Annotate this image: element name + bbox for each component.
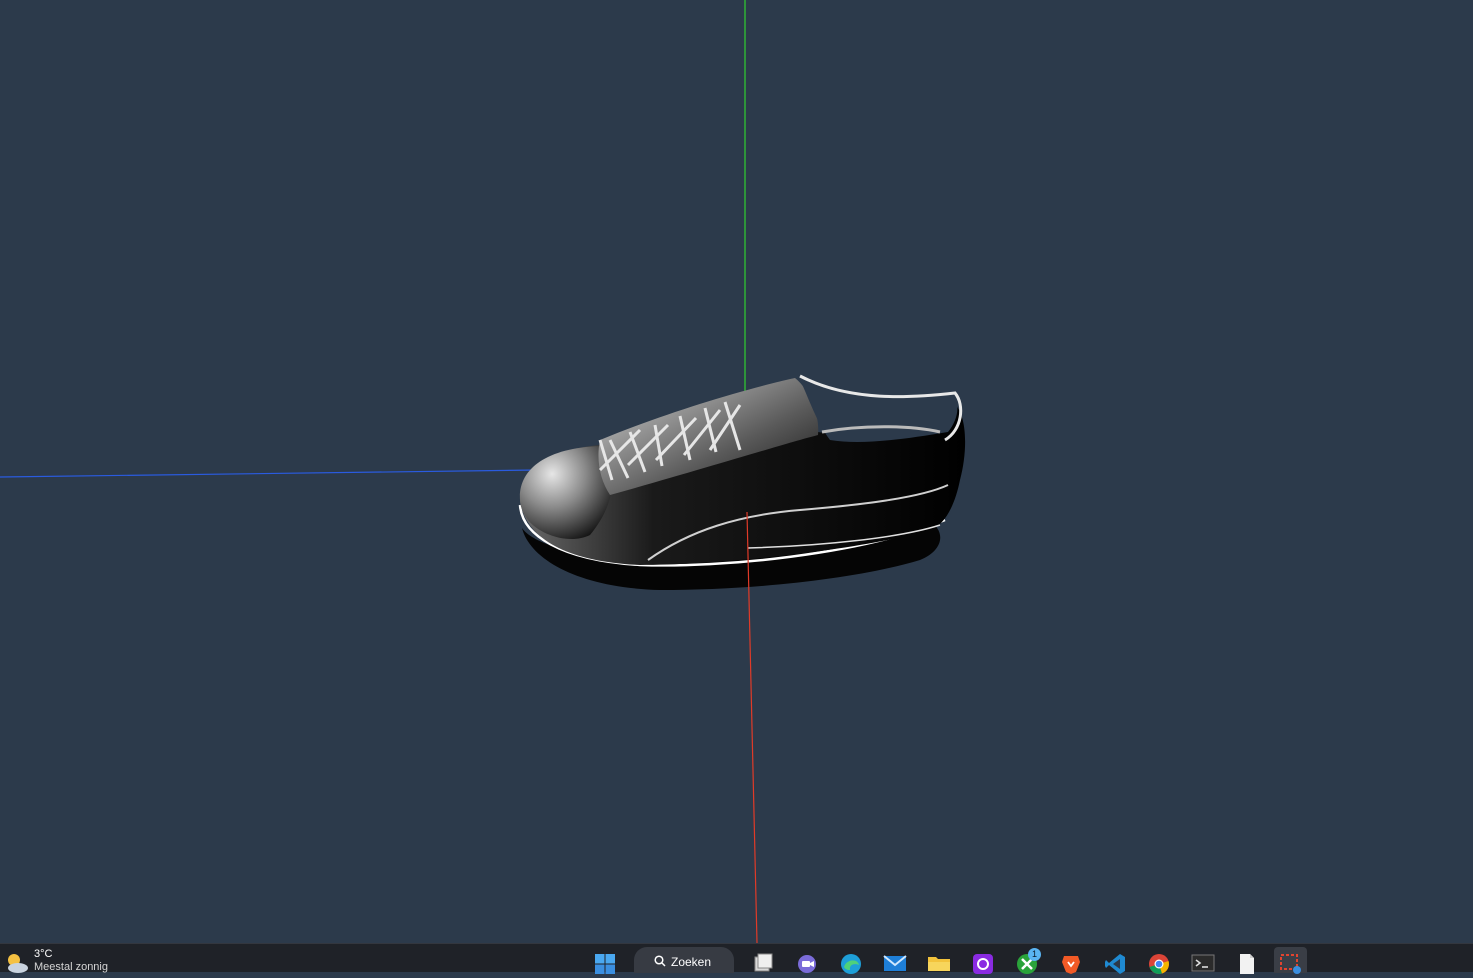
weather-temperature: 3°C [34,948,53,960]
terminal-button[interactable] [1186,947,1219,973]
folder-icon [927,957,950,971]
sneaker-model[interactable] [518,374,966,590]
start-button[interactable] [588,947,621,974]
terminal-icon [1191,954,1214,972]
xbox-button[interactable]: 1 [1010,947,1043,974]
file-explorer-button[interactable] [922,947,955,973]
brave-button[interactable] [1054,947,1087,974]
snipping-tool-button[interactable] [1274,947,1307,974]
edge-button[interactable] [834,947,867,974]
scene-canvas[interactable] [0,0,1473,943]
search-icon [654,955,666,967]
vpn-button[interactable] [966,947,999,974]
teams-button[interactable] [790,947,823,973]
weather-widget[interactable]: 3°C Meestal zonnig [2,948,108,973]
teams-icon [797,955,816,973]
chrome-button[interactable] [1142,947,1175,974]
mail-button[interactable] [878,947,911,973]
taskbar: 3°C Meestal zonnig Zoeken 1 [0,943,1473,974]
task-view-icon [754,953,772,972]
3d-viewport[interactable] [0,0,1473,943]
search-label: Zoeken [671,955,712,969]
weather-description: Meestal zonnig [34,961,108,973]
mail-icon [882,955,907,971]
partly-sunny-icon [2,948,30,973]
vscode-button[interactable] [1098,947,1131,974]
notepad-button[interactable] [1230,947,1263,974]
taskbar-search[interactable]: Zoeken [634,947,734,973]
notification-badge: 1 [1028,948,1041,961]
z-axis-line [0,469,539,478]
task-view-button[interactable] [746,947,779,973]
